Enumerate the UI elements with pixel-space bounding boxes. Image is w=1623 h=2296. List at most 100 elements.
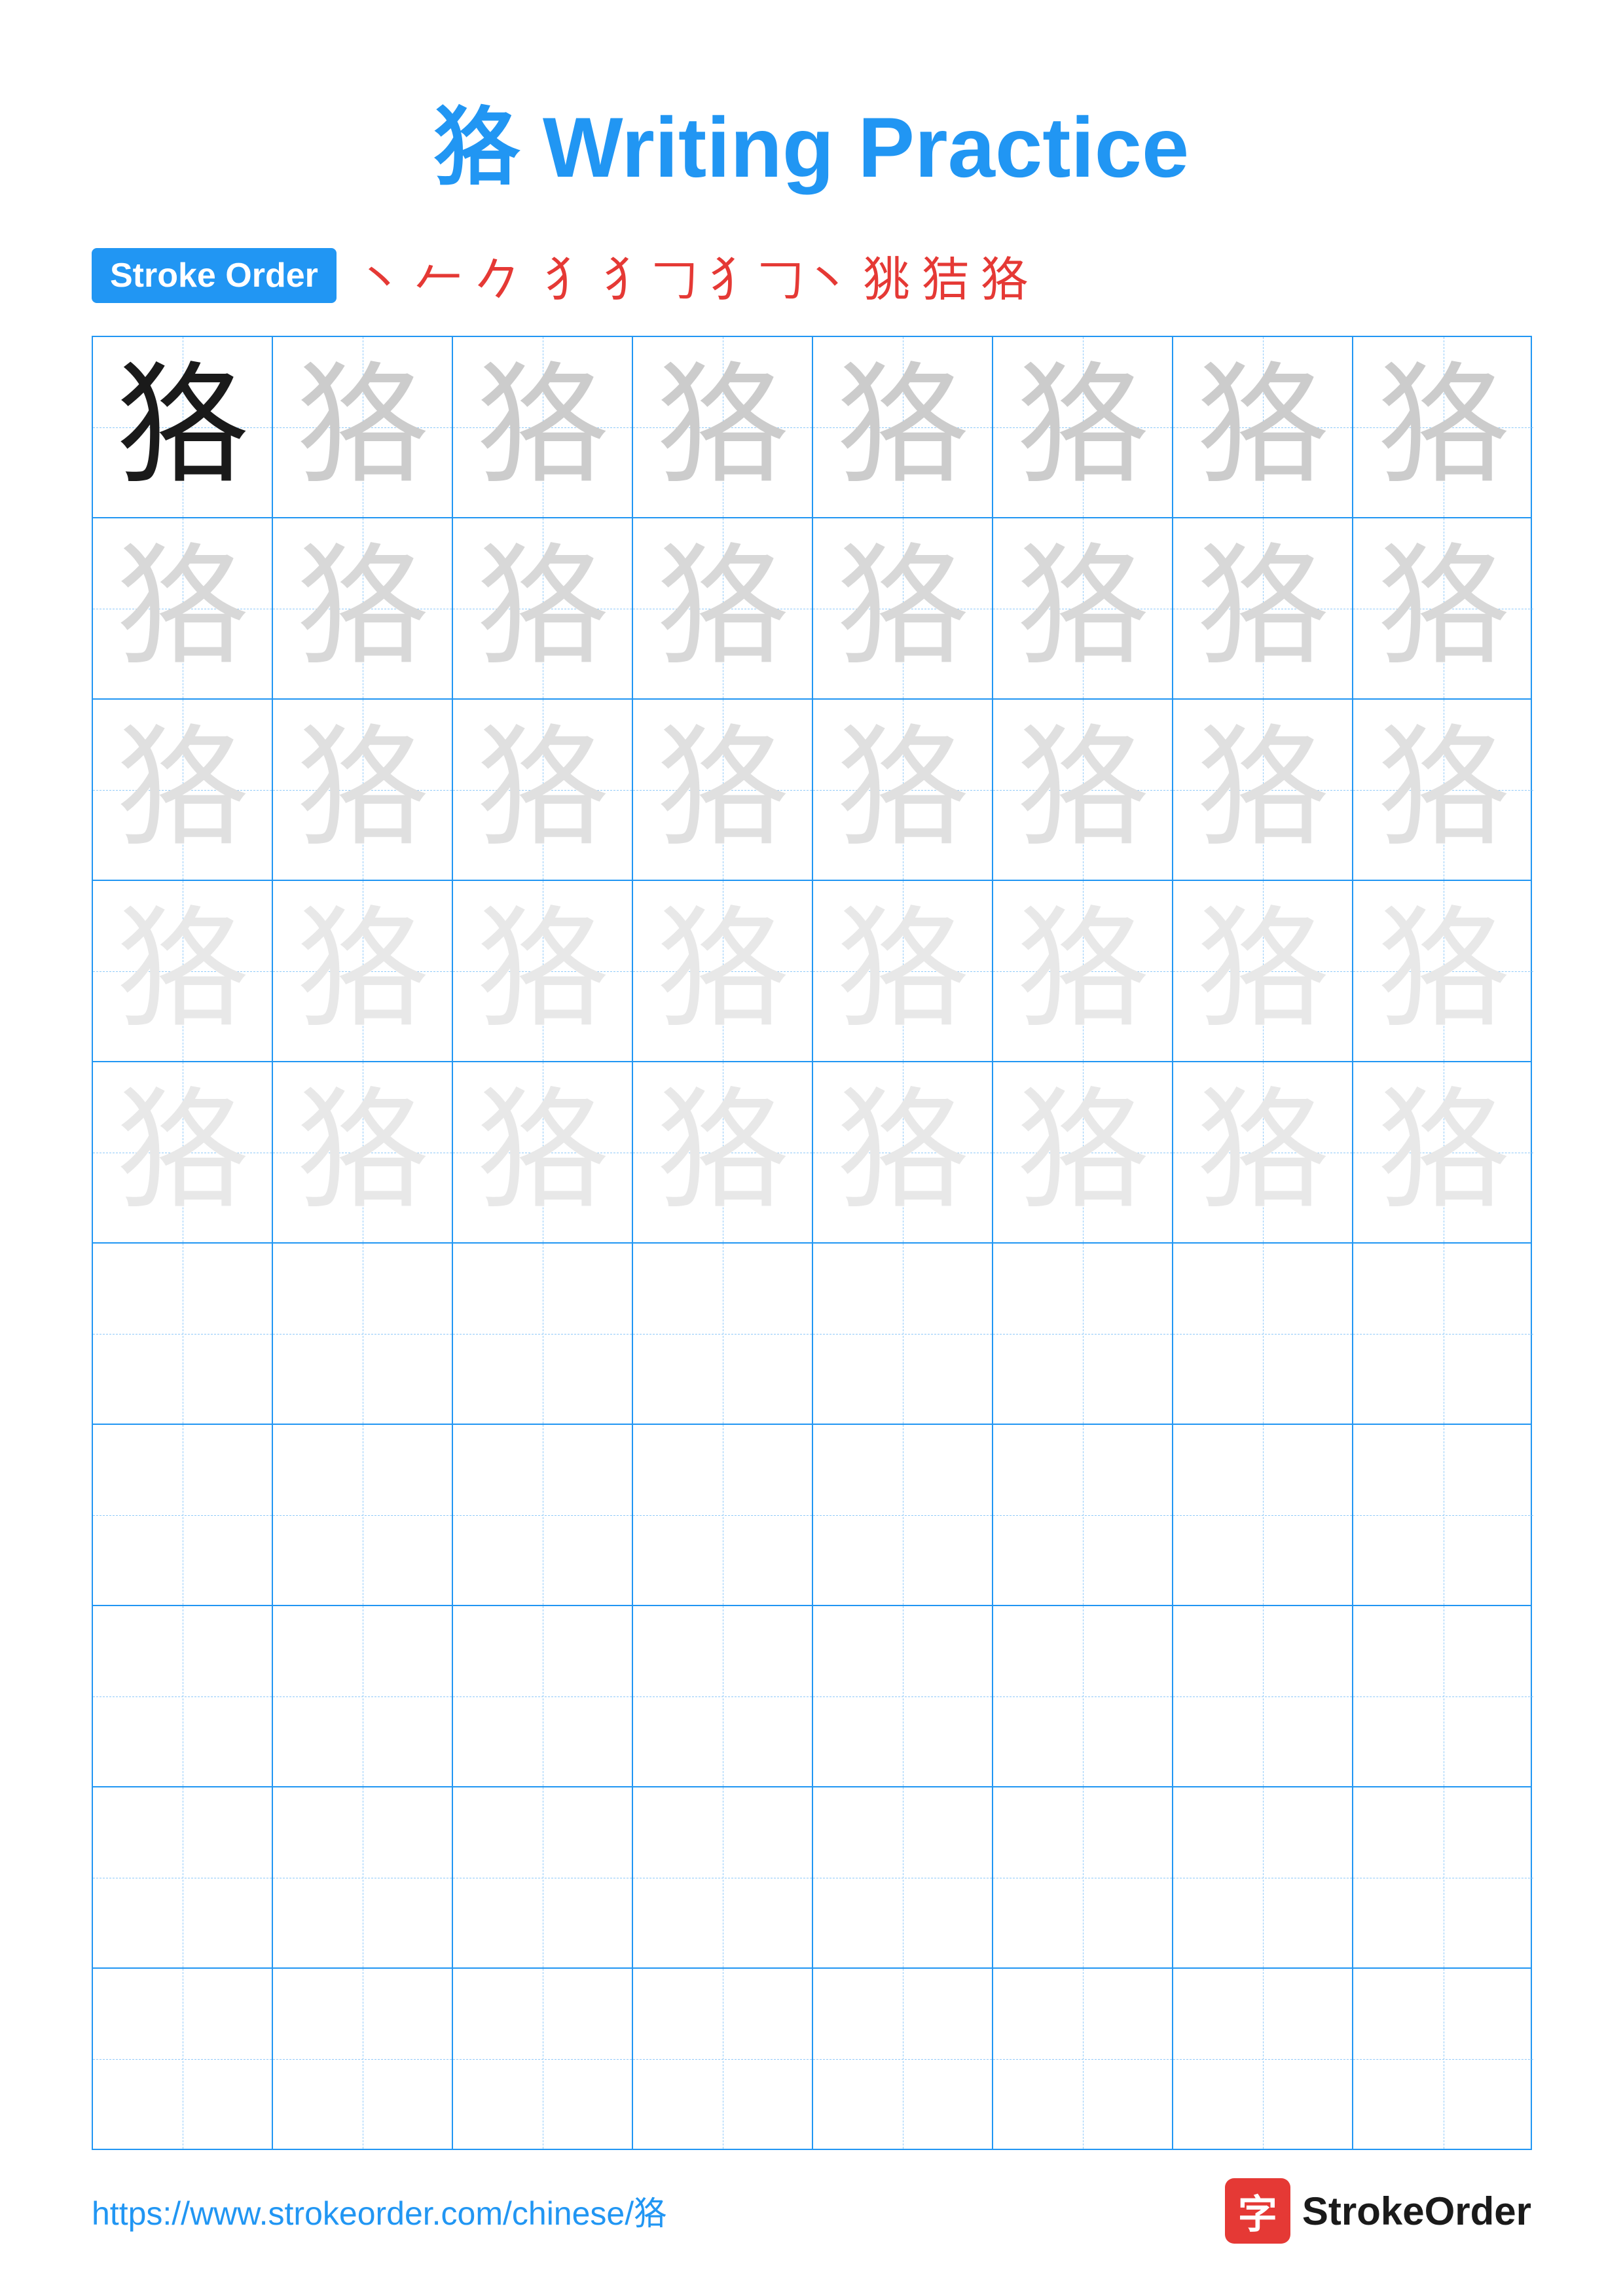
grid-cell-3-6[interactable]: 狢: [993, 700, 1173, 880]
grid-cell-2-4[interactable]: 狢: [633, 518, 813, 698]
char-guide: 狢: [297, 725, 428, 855]
char-guide: 狢: [657, 725, 788, 855]
grid-cell-1-7[interactable]: 狢: [1173, 337, 1353, 517]
grid-cell-10-3[interactable]: [453, 1969, 633, 2149]
grid-cell-10-8[interactable]: [1353, 1969, 1533, 2149]
grid-cell-7-6[interactable]: [993, 1425, 1173, 1605]
grid-cell-4-5[interactable]: 狢: [813, 881, 993, 1061]
grid-cell-3-8[interactable]: 狢: [1353, 700, 1533, 880]
grid-cell-10-7[interactable]: [1173, 1969, 1353, 2149]
grid-cell-8-2[interactable]: [273, 1606, 453, 1786]
grid-cell-3-7[interactable]: 狢: [1173, 700, 1353, 880]
grid-cell-3-5[interactable]: 狢: [813, 700, 993, 880]
grid-cell-9-5[interactable]: [813, 1787, 993, 1967]
grid-cell-8-3[interactable]: [453, 1606, 633, 1786]
grid-cell-6-6[interactable]: [993, 1244, 1173, 1424]
grid-cell-3-4[interactable]: 狢: [633, 700, 813, 880]
grid-cell-3-1[interactable]: 狢: [93, 700, 273, 880]
grid-cell-6-4[interactable]: [633, 1244, 813, 1424]
stroke-1: 丶: [356, 241, 403, 310]
grid-cell-8-6[interactable]: [993, 1606, 1173, 1786]
grid-cell-7-1[interactable]: [93, 1425, 273, 1605]
grid-cell-8-8[interactable]: [1353, 1606, 1533, 1786]
grid-cell-1-4[interactable]: 狢: [633, 337, 813, 517]
grid-cell-9-6[interactable]: [993, 1787, 1173, 1967]
grid-cell-2-2[interactable]: 狢: [273, 518, 453, 698]
stroke-order-chars: 丶 𠂉 𠂊 𠂋 犭 犭𠃌 犭𠃌丶 狣 狤 狢: [356, 241, 1028, 310]
grid-cell-5-7[interactable]: 狢: [1173, 1062, 1353, 1242]
grid-cell-4-4[interactable]: 狢: [633, 881, 813, 1061]
grid-row-7: [93, 1425, 1531, 1606]
grid-cell-1-3[interactable]: 狢: [453, 337, 633, 517]
grid-cell-4-8[interactable]: 狢: [1353, 881, 1533, 1061]
char-guide: 狢: [657, 362, 788, 493]
grid-cell-10-2[interactable]: [273, 1969, 453, 2149]
grid-cell-7-2[interactable]: [273, 1425, 453, 1605]
grid-cell-1-2[interactable]: 狢: [273, 337, 453, 517]
grid-cell-9-7[interactable]: [1173, 1787, 1353, 1967]
grid-cell-5-8[interactable]: 狢: [1353, 1062, 1533, 1242]
footer-url[interactable]: https://www.strokeorder.com/chinese/狢: [92, 2187, 666, 2234]
grid-cell-8-1[interactable]: [93, 1606, 273, 1786]
grid-row-9: [93, 1787, 1531, 1969]
char-guide: 狢: [1377, 1087, 1508, 1218]
grid-cell-5-4[interactable]: 狢: [633, 1062, 813, 1242]
grid-cell-3-3[interactable]: 狢: [453, 700, 633, 880]
grid-cell-1-5[interactable]: 狢: [813, 337, 993, 517]
grid-cell-9-1[interactable]: [93, 1787, 273, 1967]
grid-cell-4-3[interactable]: 狢: [453, 881, 633, 1061]
grid-cell-8-5[interactable]: [813, 1606, 993, 1786]
char-dark: 狢: [117, 362, 247, 493]
grid-row-6: [93, 1244, 1531, 1425]
grid-cell-6-8[interactable]: [1353, 1244, 1533, 1424]
grid-cell-3-2[interactable]: 狢: [273, 700, 453, 880]
grid-cell-6-2[interactable]: [273, 1244, 453, 1424]
grid-cell-4-2[interactable]: 狢: [273, 881, 453, 1061]
grid-cell-6-7[interactable]: [1173, 1244, 1353, 1424]
grid-cell-8-4[interactable]: [633, 1606, 813, 1786]
grid-cell-9-3[interactable]: [453, 1787, 633, 1967]
grid-cell-7-7[interactable]: [1173, 1425, 1353, 1605]
grid-cell-2-7[interactable]: 狢: [1173, 518, 1353, 698]
grid-cell-2-1[interactable]: 狢: [93, 518, 273, 698]
grid-cell-10-5[interactable]: [813, 1969, 993, 2149]
grid-cell-10-1[interactable]: [93, 1969, 273, 2149]
grid-cell-8-7[interactable]: [1173, 1606, 1353, 1786]
grid-cell-2-3[interactable]: 狢: [453, 518, 633, 698]
grid-cell-7-3[interactable]: [453, 1425, 633, 1605]
grid-cell-2-5[interactable]: 狢: [813, 518, 993, 698]
grid-cell-4-7[interactable]: 狢: [1173, 881, 1353, 1061]
char-guide: 狢: [117, 725, 247, 855]
char-guide: 狢: [1197, 906, 1328, 1037]
char-guide: 狢: [1197, 362, 1328, 493]
grid-cell-5-5[interactable]: 狢: [813, 1062, 993, 1242]
grid-cell-1-8[interactable]: 狢: [1353, 337, 1533, 517]
grid-cell-7-4[interactable]: [633, 1425, 813, 1605]
grid-cell-5-2[interactable]: 狢: [273, 1062, 453, 1242]
grid-cell-10-4[interactable]: [633, 1969, 813, 2149]
grid-cell-7-8[interactable]: [1353, 1425, 1533, 1605]
stroke-order-badge: Stroke Order: [92, 248, 337, 303]
char-guide: 狢: [117, 543, 247, 674]
stroke-order-row: Stroke Order 丶 𠂉 𠂊 𠂋 犭 犭𠃌 犭𠃌丶 狣 狤 狢: [0, 241, 1623, 310]
grid-cell-9-8[interactable]: [1353, 1787, 1533, 1967]
grid-cell-6-5[interactable]: [813, 1244, 993, 1424]
grid-cell-2-6[interactable]: 狢: [993, 518, 1173, 698]
char-guide: 狢: [1197, 1087, 1328, 1218]
grid-row-8: [93, 1606, 1531, 1787]
grid-cell-7-5[interactable]: [813, 1425, 993, 1605]
grid-cell-1-6[interactable]: 狢: [993, 337, 1173, 517]
grid-cell-6-3[interactable]: [453, 1244, 633, 1424]
grid-cell-2-8[interactable]: 狢: [1353, 518, 1533, 698]
char-guide: 狢: [297, 1087, 428, 1218]
grid-cell-5-6[interactable]: 狢: [993, 1062, 1173, 1242]
grid-cell-6-1[interactable]: [93, 1244, 273, 1424]
grid-cell-4-6[interactable]: 狢: [993, 881, 1173, 1061]
grid-cell-5-1[interactable]: 狢: [93, 1062, 273, 1242]
grid-cell-9-2[interactable]: [273, 1787, 453, 1967]
grid-cell-9-4[interactable]: [633, 1787, 813, 1967]
grid-cell-1-1[interactable]: 狢: [93, 337, 273, 517]
grid-cell-10-6[interactable]: [993, 1969, 1173, 2149]
grid-cell-4-1[interactable]: 狢: [93, 881, 273, 1061]
grid-cell-5-3[interactable]: 狢: [453, 1062, 633, 1242]
